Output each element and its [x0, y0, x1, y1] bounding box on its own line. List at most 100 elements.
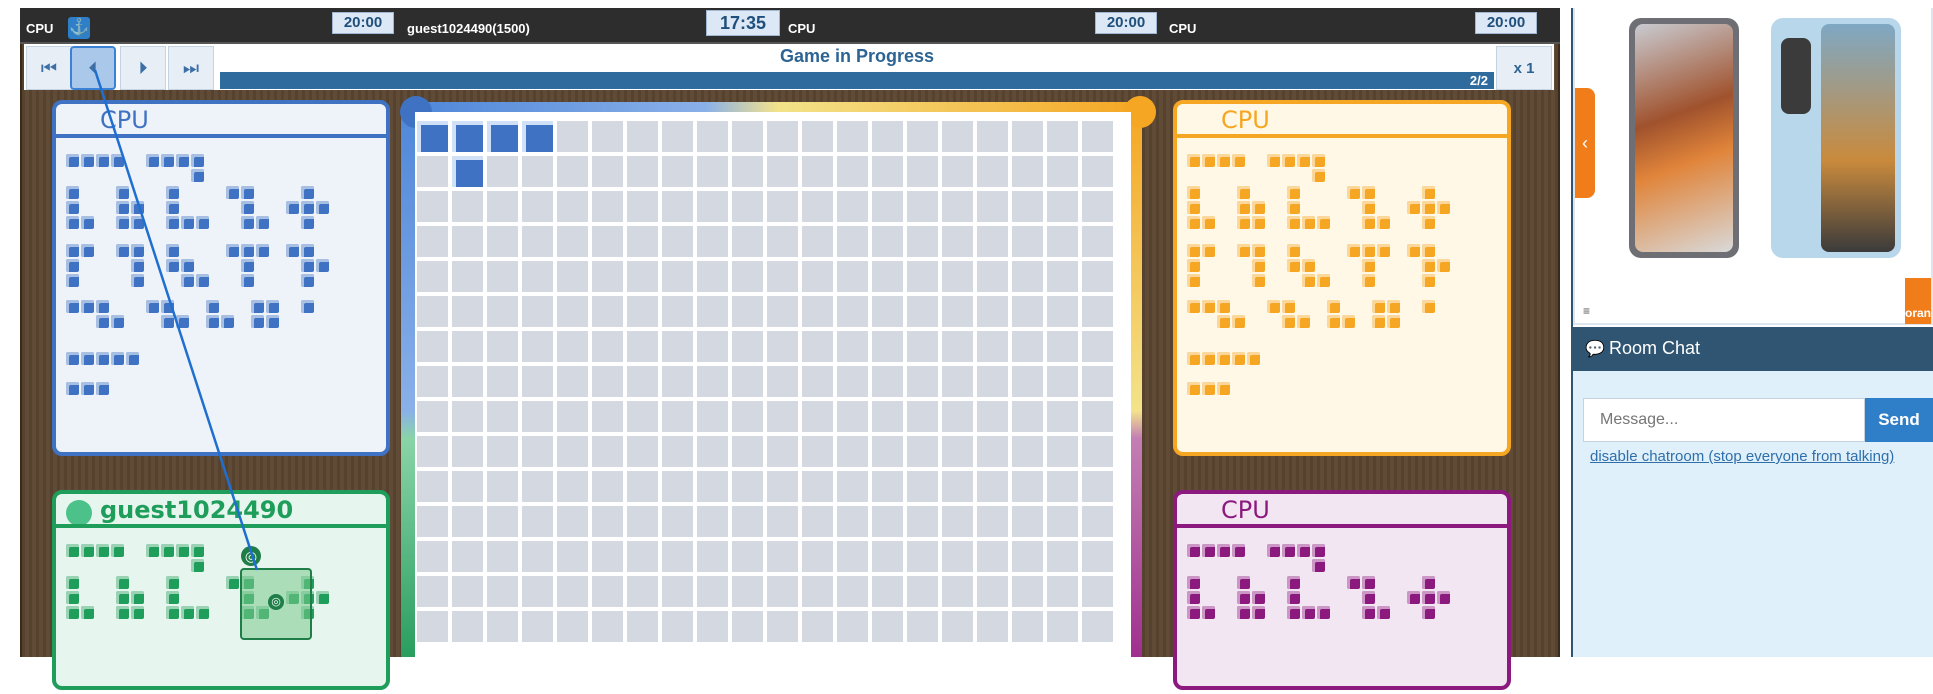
board-cell[interactable]	[977, 611, 1008, 642]
piece-block[interactable]	[191, 559, 204, 572]
piece-block[interactable]	[96, 154, 109, 167]
board-cell[interactable]	[1082, 261, 1113, 292]
piece-block[interactable]	[1202, 244, 1215, 257]
piece-block[interactable]	[1302, 606, 1315, 619]
board-cell[interactable]	[662, 156, 693, 187]
board-cell[interactable]	[732, 541, 763, 572]
piece-block[interactable]	[1377, 216, 1390, 229]
piece-block[interactable]	[116, 606, 129, 619]
piece-block[interactable]	[1422, 300, 1435, 313]
piece-block[interactable]	[191, 154, 204, 167]
piece-block[interactable]	[1422, 216, 1435, 229]
board-cell[interactable]	[627, 191, 658, 222]
piece-block[interactable]	[111, 544, 124, 557]
board-cell[interactable]	[1082, 576, 1113, 607]
piece-block[interactable]	[1422, 274, 1435, 287]
piece-block[interactable]	[191, 544, 204, 557]
piece-block[interactable]	[1312, 559, 1325, 572]
board-cell[interactable]	[417, 611, 448, 642]
piece-block[interactable]	[81, 154, 94, 167]
board-cell[interactable]	[732, 121, 763, 152]
board-cell[interactable]	[872, 471, 903, 502]
piece-block[interactable]	[1407, 244, 1420, 257]
piece-block[interactable]	[1187, 544, 1200, 557]
piece-block[interactable]	[96, 300, 109, 313]
piece-block[interactable]	[1217, 300, 1230, 313]
board-cell[interactable]	[732, 576, 763, 607]
board-cell[interactable]	[1047, 541, 1078, 572]
board-cell[interactable]	[1082, 506, 1113, 537]
board-cell[interactable]	[1012, 436, 1043, 467]
board-cell[interactable]	[697, 366, 728, 397]
piece-block[interactable]	[1302, 216, 1315, 229]
piece-block[interactable]	[1347, 576, 1360, 589]
piece-block[interactable]	[146, 300, 159, 313]
board-cell[interactable]	[802, 436, 833, 467]
board-cell[interactable]	[942, 506, 973, 537]
board-cell[interactable]	[767, 121, 798, 152]
placed-blue-cell[interactable]	[452, 156, 483, 187]
board-cell[interactable]	[697, 436, 728, 467]
board-cell[interactable]	[837, 541, 868, 572]
board-cell[interactable]	[417, 541, 448, 572]
board-cell[interactable]	[977, 191, 1008, 222]
board-cell[interactable]	[767, 226, 798, 257]
board-cell[interactable]	[977, 226, 1008, 257]
piece-block[interactable]	[1187, 300, 1200, 313]
board-cell[interactable]	[417, 401, 448, 432]
board-cell[interactable]	[1082, 366, 1113, 397]
piece-block[interactable]	[301, 274, 314, 287]
board-cell[interactable]	[627, 366, 658, 397]
board-cell[interactable]	[1047, 576, 1078, 607]
board-cell[interactable]	[557, 226, 588, 257]
piece-block[interactable]	[1252, 244, 1265, 257]
board-cell[interactable]	[662, 611, 693, 642]
piece-block[interactable]	[1282, 315, 1295, 328]
board-cell[interactable]	[1082, 401, 1113, 432]
rotate-icon[interactable]: ◎	[241, 546, 261, 566]
board-cell[interactable]	[767, 401, 798, 432]
board-cell[interactable]	[452, 471, 483, 502]
board-cell[interactable]	[767, 156, 798, 187]
board-cell[interactable]	[417, 576, 448, 607]
piece-block[interactable]	[1407, 201, 1420, 214]
piece-block[interactable]	[301, 300, 314, 313]
disable-chatroom-link[interactable]: disable chatroom (stop everyone from tal…	[1590, 448, 1894, 465]
piece-block[interactable]	[1362, 606, 1375, 619]
piece-block[interactable]	[301, 259, 314, 272]
piece-block[interactable]	[1202, 352, 1215, 365]
board-cell[interactable]	[697, 401, 728, 432]
board-cell[interactable]	[662, 296, 693, 327]
board-cell[interactable]	[977, 541, 1008, 572]
piece-block[interactable]	[241, 216, 254, 229]
piece-block[interactable]	[206, 300, 219, 313]
piece-block[interactable]	[181, 606, 194, 619]
piece-block[interactable]	[1202, 382, 1215, 395]
board-cell[interactable]	[592, 296, 623, 327]
board-cell[interactable]	[942, 296, 973, 327]
board-cell[interactable]	[732, 191, 763, 222]
piece-block[interactable]	[166, 591, 179, 604]
piece-block[interactable]	[131, 244, 144, 257]
piece-block[interactable]	[1237, 201, 1250, 214]
piece-block[interactable]	[111, 154, 124, 167]
board-cell[interactable]	[732, 226, 763, 257]
piece-block[interactable]	[1237, 606, 1250, 619]
piece-block[interactable]	[1217, 352, 1230, 365]
board-cell[interactable]	[452, 436, 483, 467]
board-cell[interactable]	[522, 331, 553, 362]
piece-block[interactable]	[1377, 606, 1390, 619]
piece-block[interactable]	[166, 259, 179, 272]
board-cell[interactable]	[557, 576, 588, 607]
drag-handle-icon[interactable]: ◎	[268, 594, 284, 610]
board-cell[interactable]	[592, 471, 623, 502]
board-cell[interactable]	[1047, 226, 1078, 257]
piece-block[interactable]	[1187, 352, 1200, 365]
board-cell[interactable]	[522, 541, 553, 572]
piece-block[interactable]	[1202, 606, 1215, 619]
board-cell[interactable]	[417, 296, 448, 327]
piece-block[interactable]	[1217, 154, 1230, 167]
piece-block[interactable]	[1362, 259, 1375, 272]
piece-block[interactable]	[131, 591, 144, 604]
board-cell[interactable]	[802, 541, 833, 572]
